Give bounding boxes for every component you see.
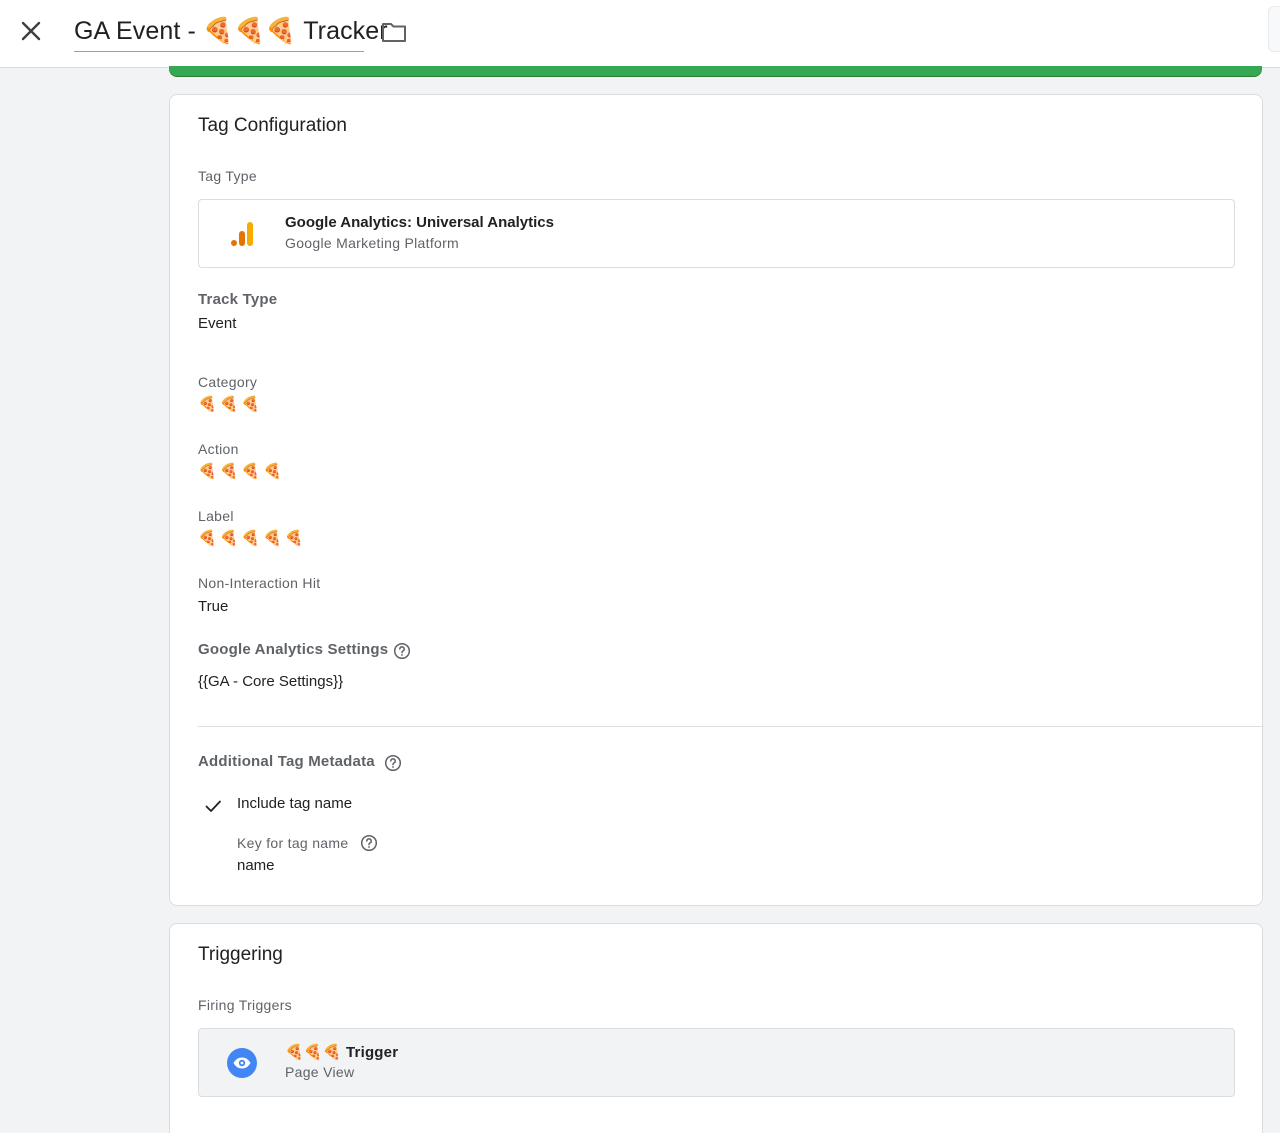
tag-type-box[interactable]: Google Analytics: Universal Analytics Go…	[198, 199, 1235, 268]
non-interaction-value: True	[198, 598, 229, 615]
status-bar	[169, 66, 1262, 76]
non-interaction-label: Non-Interaction Hit	[198, 575, 321, 591]
track-type-value: Event	[198, 315, 237, 332]
key-label: Key for tag name	[237, 835, 349, 851]
track-type-label: Track Type	[198, 291, 278, 308]
google-analytics-icon	[229, 218, 257, 250]
card-title: Tag Configuration	[198, 115, 347, 136]
help-icon[interactable]	[384, 754, 402, 772]
trigger-name: 🍕🍕🍕 Trigger	[285, 1044, 399, 1061]
triggering-card[interactable]: Triggering Firing Triggers 🍕🍕🍕 Trigger P…	[169, 923, 1263, 1133]
tag-name-input[interactable]: GA Event - 🍕🍕🍕 Tracker	[74, 12, 388, 52]
tag-type-label: Tag Type	[198, 168, 257, 184]
check-icon[interactable]	[204, 797, 222, 815]
label-label: Label	[198, 508, 234, 524]
firing-triggers-label: Firing Triggers	[198, 997, 292, 1013]
include-tag-name-label[interactable]: Include tag name	[237, 795, 352, 812]
help-icon[interactable]	[360, 834, 378, 852]
card-title: Triggering	[198, 944, 283, 965]
trigger-type: Page View	[285, 1064, 355, 1080]
metadata-label: Additional Tag Metadata	[198, 753, 375, 770]
tag-name-text: GA Event - 🍕🍕🍕 Tracker	[74, 17, 388, 45]
ga-settings-label: Google Analytics Settings	[198, 641, 389, 658]
tag-configuration-card[interactable]: Tag Configuration Tag Type Google Analyt…	[169, 94, 1264, 906]
action-value: 🍕🍕🍕🍕	[198, 463, 285, 480]
label-value: 🍕🍕🍕🍕🍕	[198, 530, 307, 547]
key-value: name	[237, 857, 275, 874]
trigger-box[interactable]: 🍕🍕🍕 Trigger Page View	[198, 1028, 1235, 1097]
save-button-edge[interactable]	[1268, 6, 1280, 52]
tag-type-name: Google Analytics: Universal Analytics	[285, 214, 554, 231]
category-label: Category	[198, 374, 258, 390]
tag-type-sub: Google Marketing Platform	[285, 235, 460, 251]
divider	[198, 726, 1264, 727]
close-icon[interactable]	[17, 17, 45, 45]
action-label: Action	[198, 441, 239, 457]
category-value: 🍕🍕🍕	[198, 396, 264, 413]
folder-icon[interactable]	[380, 19, 408, 45]
top-bar: GA Event - 🍕🍕🍕 Tracker	[0, 0, 1280, 68]
ga-settings-value: {{GA - Core Settings}}	[198, 673, 344, 690]
help-icon[interactable]	[393, 642, 411, 660]
eye-icon	[227, 1048, 257, 1078]
